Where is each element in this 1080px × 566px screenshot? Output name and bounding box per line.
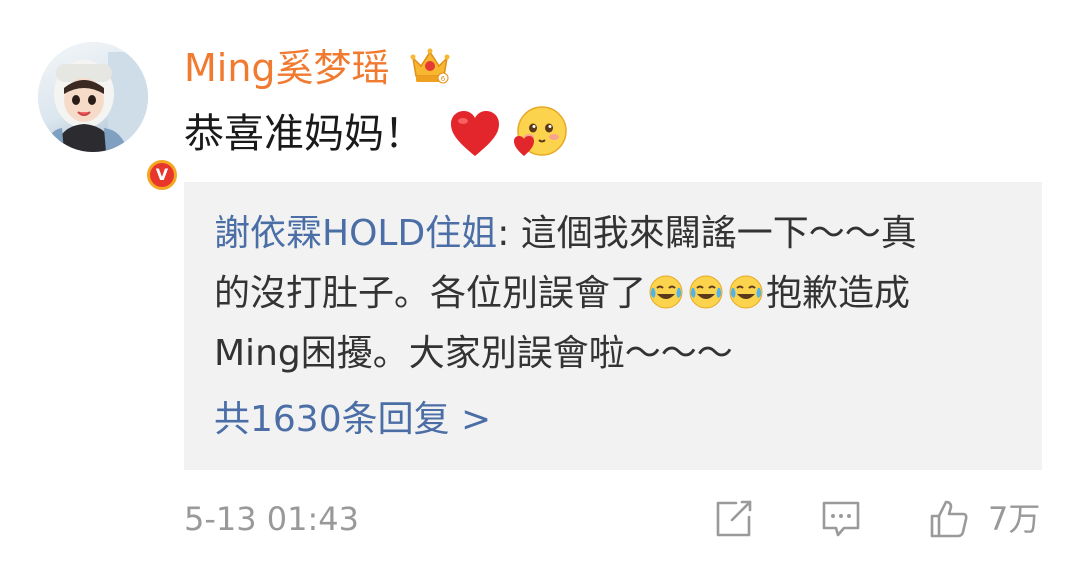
avatar-image: [38, 42, 148, 152]
comment-username[interactable]: Ming奚梦瑶: [184, 42, 390, 94]
laugh-cry-emoji-icon: [729, 275, 763, 309]
comment-timestamp: 5-13 01:43: [184, 500, 360, 538]
comment-icon[interactable]: [820, 498, 862, 540]
reply-line-3: Ming困擾。大家別誤會啦～～～: [214, 333, 733, 374]
share-icon[interactable]: [712, 498, 754, 540]
avatar-illustration: [44, 52, 148, 152]
reply-author[interactable]: 謝依霖HOLD住姐: [214, 213, 497, 254]
reply-text-3: 抱歉造成: [766, 273, 911, 314]
avatar[interactable]: V: [38, 42, 181, 194]
reply-preview-box[interactable]: 謝依霖HOLD住姐: 這個我來闢謠一下～～真 的沒打肚子。各位別誤會了 抱歉造成 …: [184, 182, 1042, 470]
reply-text-2: 的沒打肚子。各位別誤會了: [214, 273, 647, 314]
laugh-cry-emoji-icon: [649, 275, 683, 309]
reply-separator: :: [497, 213, 521, 254]
blush-kiss-emoji-icon: [514, 106, 567, 156]
thumbs-up-icon[interactable]: [928, 498, 970, 540]
verified-badge-icon: V: [143, 156, 181, 194]
reply-line-2: 的沒打肚子。各位別誤會了 抱歉造成: [214, 264, 1014, 324]
view-replies-link[interactable]: 共1630条回复 >: [214, 396, 491, 444]
svg-text:6: 6: [441, 75, 446, 83]
reply-content: 謝依霖HOLD住姐: 這個我來闢謠一下～～真 的沒打肚子。各位別誤會了 抱歉造成 …: [214, 204, 1014, 384]
reply-line-1: 謝依霖HOLD住姐: 這個我來闢謠一下～～真: [214, 204, 1014, 264]
like-count: 7万: [988, 500, 1041, 538]
vip-crown-icon: 6: [410, 48, 450, 84]
laugh-cry-emoji-icon: [689, 275, 723, 309]
reply-text-1: 這個我來闢謠一下～～真: [520, 213, 917, 254]
comment-text: 恭喜准妈妈！: [184, 111, 424, 157]
red-heart-emoji-icon: [451, 111, 499, 156]
